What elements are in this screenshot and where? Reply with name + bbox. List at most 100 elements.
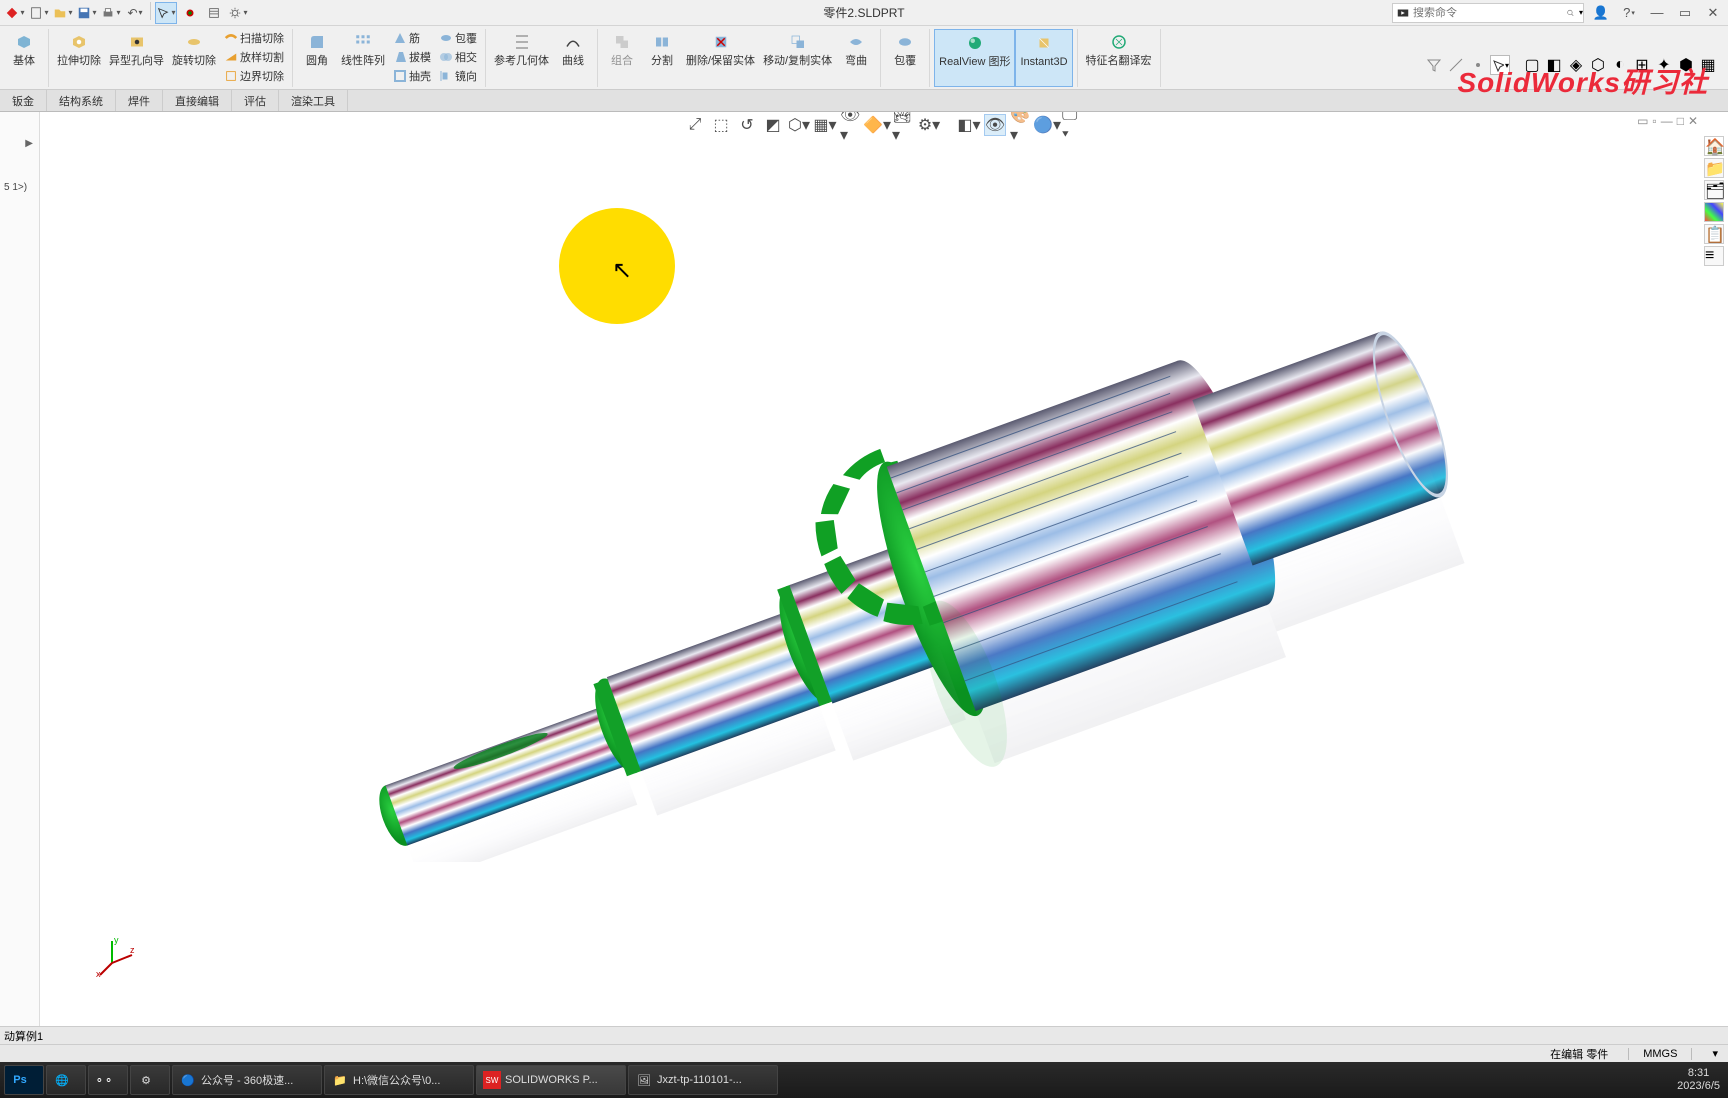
tab-direct-edit[interactable]: 直接编辑 [163, 90, 232, 111]
close-button[interactable]: ✕ [1702, 3, 1724, 23]
user-icon[interactable]: 👤 [1590, 3, 1612, 23]
title-bar: ▾ ▾ ▾ ▾ ▾ ↶▾ ▾ ▾ 零件2.SLDPRT ▾ 👤 ?▾ — ▭ ✕ [0, 0, 1728, 26]
render-icon[interactable]: 🎨▾ [1010, 114, 1032, 136]
select-button[interactable]: ▾ [155, 2, 177, 24]
swept-cut-button[interactable]: 扫描切除 [220, 29, 288, 47]
restore-button[interactable]: ▭ [1674, 3, 1696, 23]
child-minimize-icon[interactable]: ▭ [1637, 114, 1648, 128]
tab-evaluate[interactable]: 评估 [232, 90, 279, 111]
status-units[interactable]: MMGS [1628, 1048, 1692, 1060]
view-orientation-icon[interactable]: ⬡▾ [788, 114, 810, 136]
monitor-icon[interactable]: 🖵▾ [1062, 114, 1084, 136]
taskbar-360browser[interactable]: 🔵公众号 - 360极速... [172, 1065, 322, 1095]
child-restore-icon[interactable]: ▫ [1652, 114, 1656, 128]
taskbar-photoshop[interactable]: Ps [4, 1065, 44, 1095]
tab-sheetmetal[interactable]: 钣金 [0, 90, 47, 111]
display-style-icon[interactable]: ▦▾ [814, 114, 836, 136]
filter-icon[interactable] [1424, 55, 1444, 75]
fillet-button[interactable]: 圆角 [297, 29, 337, 87]
settings-button[interactable]: ▾ [227, 2, 249, 24]
svg-text:x: x [96, 969, 101, 979]
revolve-cut-button[interactable]: 旋转切除 [168, 29, 220, 87]
feature-manager-panel[interactable]: ▶ 5 1>) [0, 112, 40, 1026]
extrude-cut-button[interactable]: 拉伸切除 [53, 29, 105, 87]
viewport[interactable]: ⤢ ⬚ ↺ ◩ ⬡▾ ▦▾ 👁▾ 🔶▾ 🏞▾ ⚙▾ ◧▾ 👁 🎨▾ 🔵▾ 🖵▾ … [40, 112, 1728, 1026]
curves-button[interactable]: 曲线 [553, 29, 593, 87]
base-button[interactable]: 基体 [4, 29, 44, 87]
boundary-cut-button[interactable]: 边界切除 [220, 67, 288, 85]
child-close-icon[interactable]: ✕ [1688, 114, 1698, 128]
main-area: ▶ 5 1>) ⤢ ⬚ ↺ ◩ ⬡▾ ▦▾ 👁▾ 🔶▾ 🏞▾ ⚙▾ ◧▾ 👁 🎨… [0, 112, 1728, 1026]
intersect-button[interactable]: 相交 [435, 48, 481, 66]
zoom-fit-icon[interactable]: ⤢ [684, 114, 706, 136]
command-search-input[interactable] [1413, 7, 1563, 19]
taskbar-imageviewer[interactable]: 🖼Jxzt-tp-110101-... [628, 1065, 778, 1095]
motion-study-tab[interactable]: 动算例1 [4, 1028, 43, 1044]
print-button[interactable]: ▾ [100, 2, 122, 24]
wrap-button[interactable]: 包覆 [435, 29, 481, 47]
hole-wizard-button[interactable]: 异型孔向导 [105, 29, 168, 87]
previous-view-icon[interactable]: ↺ [736, 114, 758, 136]
tab-render[interactable]: 渲染工具 [279, 90, 348, 111]
flex-button[interactable]: 弯曲 [836, 29, 876, 87]
new-button[interactable]: ▾ [28, 2, 50, 24]
motion-study-bar[interactable]: 动算例1 [0, 1026, 1728, 1044]
taskbar-app3[interactable]: ⚬⚬ [88, 1065, 128, 1095]
undo-button[interactable]: ↶▾ [124, 2, 146, 24]
save-button[interactable]: ▾ [76, 2, 98, 24]
system-clock[interactable]: 8:31 2023/6/5 [1677, 1067, 1720, 1093]
move-copy-body-button[interactable]: 移动/复制实体 [759, 29, 836, 87]
home-icon[interactable]: 🏠 [1704, 136, 1724, 156]
open-button[interactable]: ▾ [52, 2, 74, 24]
rebuild-button[interactable] [179, 2, 201, 24]
split-button[interactable]: 分割 [642, 29, 682, 87]
delete-keep-body-button[interactable]: 删除/保留实体 [682, 29, 759, 87]
logo-button[interactable]: ▾ [4, 2, 26, 24]
view-palette-icon[interactable]: 🗂 [1704, 180, 1724, 200]
tab-weldment[interactable]: 焊件 [116, 90, 163, 111]
child-minimize2-icon[interactable]: — [1661, 114, 1673, 128]
forum-icon[interactable]: ≡ [1704, 246, 1724, 266]
hide-show-icon[interactable]: 👁▾ [840, 114, 862, 136]
document-title: 零件2.SLDPRT [823, 4, 904, 21]
colors-icon[interactable]: 🔵▾ [1036, 114, 1058, 136]
shell-button[interactable]: 抽壳 [389, 67, 435, 85]
resources-icon[interactable]: 📁 [1704, 158, 1724, 178]
instant3d-button[interactable]: Instant3D [1015, 29, 1072, 87]
reference-geometry-button[interactable]: 参考几何体 [490, 29, 553, 87]
combine-button[interactable]: 组合 [602, 29, 642, 87]
translate-macro-button[interactable]: 特征名翻译宏 [1082, 29, 1156, 87]
quick-access-toolbar: ▾ ▾ ▾ ▾ ▾ ↶▾ ▾ ▾ [0, 2, 253, 24]
status-editing: 在编辑 零件 [1550, 1046, 1608, 1062]
status-extra-icon[interactable]: ▾ [1712, 1047, 1718, 1060]
tab-structure[interactable]: 结构系统 [47, 90, 116, 111]
taskbar-browser[interactable]: 🌐 [46, 1065, 86, 1095]
taskbar-app4[interactable]: ⚙ [130, 1065, 170, 1095]
help-button[interactable]: ?▾ [1618, 3, 1640, 23]
taskbar-solidworks[interactable]: SWSOLIDWORKS P... [476, 1065, 626, 1095]
taskbar-explorer[interactable]: 📁H:\微信公众号\0... [324, 1065, 474, 1095]
rib-button[interactable]: 筋 [389, 29, 435, 47]
view-settings-icon[interactable]: ⚙▾ [918, 114, 940, 136]
view-cube-icon[interactable]: ◧▾ [958, 114, 980, 136]
appearances-icon[interactable] [1704, 202, 1724, 222]
loft-cut-button[interactable]: 放样切割 [220, 48, 288, 66]
options-button[interactable] [203, 2, 225, 24]
panel-expand-icon[interactable]: ▶ [25, 138, 33, 149]
section-view-icon[interactable]: ◩ [762, 114, 784, 136]
linear-pattern-button[interactable]: 线性阵列 [337, 29, 389, 87]
apply-scene-icon[interactable]: 🏞▾ [892, 114, 914, 136]
mirror-button[interactable]: 镜向 [435, 67, 481, 85]
wrap2-button[interactable]: 包覆 [885, 29, 925, 87]
gear-shaft-model[interactable] [210, 162, 1490, 862]
draft-button[interactable]: 拔模 [389, 48, 435, 66]
search-box[interactable]: ▾ [1392, 3, 1584, 23]
realview-button[interactable]: RealView 图形 [934, 29, 1015, 87]
minimize-button[interactable]: — [1646, 3, 1668, 23]
child-maximize-icon[interactable]: □ [1677, 114, 1684, 128]
camera-icon[interactable]: 👁 [984, 114, 1006, 136]
edit-appearance-icon[interactable]: 🔶▾ [866, 114, 888, 136]
search-icon[interactable]: ▾ [1563, 4, 1583, 22]
zoom-area-icon[interactable]: ⬚ [710, 114, 732, 136]
custom-props-icon[interactable]: 📋 [1704, 224, 1724, 244]
